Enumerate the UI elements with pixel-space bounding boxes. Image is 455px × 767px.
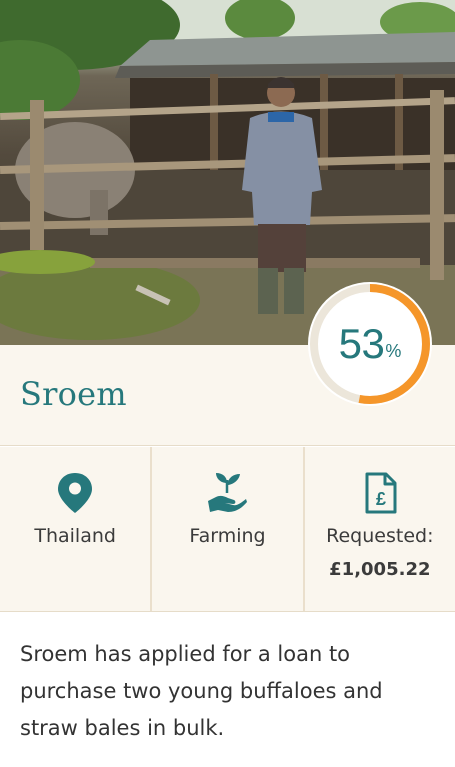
requested-label: Requested: (326, 525, 434, 547)
progress-percent-sign: % (385, 340, 402, 361)
funding-progress-label: 53 % (308, 282, 432, 406)
loan-stats: Thailand Farming £ Requested: £1,005.22 (0, 447, 455, 612)
stat-sector: Farming (150, 447, 302, 611)
country-label: Thailand (34, 525, 116, 547)
hand-with-sprout-icon (208, 473, 248, 512)
svg-text:£: £ (376, 489, 386, 509)
borrower-name: Sroem (20, 375, 127, 413)
stat-country: Thailand (0, 447, 150, 611)
requested-amount: £1,005.22 (329, 559, 431, 580)
progress-number: 53 (338, 320, 385, 367)
loan-description: Sroem has applied for a loan to purchase… (20, 642, 383, 740)
stat-requested: £ Requested: £1,005.22 (302, 447, 455, 611)
pound-document-icon: £ (365, 472, 397, 514)
location-pin-icon (58, 473, 93, 513)
sector-label: Farming (189, 525, 266, 547)
